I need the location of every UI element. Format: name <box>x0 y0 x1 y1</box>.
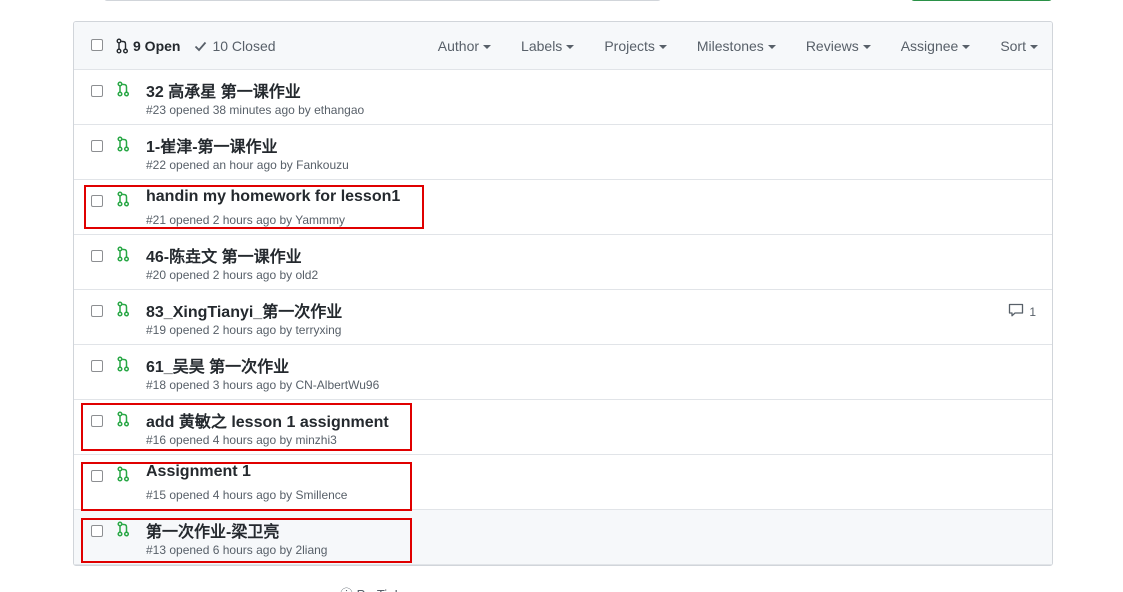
sort-filter-label: Sort <box>1000 38 1026 54</box>
row-checkbox[interactable] <box>91 140 103 152</box>
pull-request-row: handin my homework for lesson1 #21 opened… <box>74 180 1052 235</box>
pull-request-row: 1-崔津-第一课作业 #22 opened an hour ago by Fank… <box>74 125 1052 180</box>
pull-request-row: 32 高承星 第一课作业 #23 opened 38 minutes ago by… <box>74 70 1052 125</box>
milestones-filter[interactable]: Milestones <box>697 38 776 54</box>
milestones-filter-label: Milestones <box>696 38 764 54</box>
row-checkbox[interactable] <box>91 525 103 537</box>
labels-filter-label: Labels <box>521 38 563 54</box>
caret-down-icon <box>566 45 575 49</box>
pull-request-title-link[interactable]: handin my homework for lesson1 <box>146 188 400 206</box>
pull-request-icon <box>116 38 128 54</box>
reviews-filter[interactable]: Reviews <box>806 38 871 54</box>
caret-down-icon <box>962 45 971 49</box>
row-checkbox[interactable] <box>91 85 103 97</box>
open-pull-request-icon <box>117 411 130 432</box>
open-pull-request-icon <box>117 521 130 542</box>
pull-request-title-link[interactable]: 第一次作业-梁卫亮 <box>146 518 279 542</box>
filter-input-stub[interactable] <box>104 0 502 1</box>
protip-hint: ⓘ ProTip! ... <box>340 584 412 592</box>
open-filter[interactable]: 9 Open <box>116 38 180 54</box>
comment-count: 1 <box>1029 304 1036 319</box>
closed-count-label: 10 Closed <box>212 38 276 54</box>
pull-request-row: Assignment 1 #15 opened 4 hours ago by Sm… <box>74 455 1052 510</box>
pull-request-row: 第一次作业-梁卫亮 #13 opened 6 hours ago by 2lian… <box>74 510 1052 565</box>
row-checkbox[interactable] <box>91 305 103 317</box>
pull-request-meta: #18 opened 3 hours ago by CN-AlbertWu96 <box>146 378 380 392</box>
new-pull-request-button-stub[interactable] <box>911 0 1052 1</box>
pull-request-row: 46-陈垚文 第一课作业 #20 opened 2 hours ago by ol… <box>74 235 1052 290</box>
pull-request-rows: 32 高承星 第一课作业 #23 opened 38 minutes ago by… <box>74 70 1052 565</box>
open-pull-request-icon <box>117 246 130 267</box>
pull-request-title-link[interactable]: 1-崔津-第一课作业 <box>146 133 278 157</box>
pull-request-meta: #15 opened 4 hours ago by Smillence <box>146 488 348 502</box>
pull-request-meta: #21 opened 2 hours ago by Yammmy <box>146 213 346 227</box>
open-pull-request-icon <box>117 136 130 157</box>
open-pull-request-icon <box>117 301 130 322</box>
pull-request-meta: #19 opened 2 hours ago by terryxing <box>146 323 342 337</box>
open-count-label: 9 Open <box>133 38 181 54</box>
filter-menus: Author Labels Projects Milestones Review… <box>408 22 1038 70</box>
pull-request-meta: #20 opened 2 hours ago by old2 <box>146 268 319 282</box>
open-pull-request-icon <box>117 466 130 487</box>
labels-filter[interactable]: Labels <box>521 38 575 54</box>
pull-request-meta: #13 opened 6 hours ago by 2liang <box>146 543 328 557</box>
row-checkbox[interactable] <box>91 360 103 372</box>
pull-request-title-link[interactable]: add 黄敏之 lesson 1 assignment <box>146 408 389 432</box>
pull-request-row: add 黄敏之 lesson 1 assignment #16 opened 4 … <box>74 400 1052 455</box>
pull-request-meta: #22 opened an hour ago by Fankouzu <box>146 158 349 172</box>
author-filter-label: Author <box>437 38 480 54</box>
reviews-filter-label: Reviews <box>805 38 859 54</box>
assignee-filter[interactable]: Assignee <box>901 38 971 54</box>
pull-request-title-link[interactable]: 46-陈垚文 第一课作业 <box>146 243 302 267</box>
check-icon <box>195 41 207 52</box>
pull-request-title-link[interactable]: 83_XingTianyi_第一次作业 <box>146 298 342 322</box>
closed-filter[interactable]: 10 Closed <box>194 38 276 54</box>
comment-icon <box>1008 303 1024 320</box>
caret-down-icon <box>483 45 492 49</box>
open-pull-request-icon <box>117 81 130 102</box>
select-all-checkbox[interactable] <box>91 39 103 51</box>
caret-down-icon <box>1030 45 1038 49</box>
state-toggles: 9 Open 10 Closed <box>116 22 290 70</box>
row-checkbox[interactable] <box>91 250 103 262</box>
caret-down-icon <box>862 45 871 49</box>
pull-request-meta: #16 opened 4 hours ago by minzhi3 <box>146 433 337 447</box>
list-header: 9 Open 10 Closed Author Labels Projects … <box>74 22 1052 70</box>
pull-request-row: 83_XingTianyi_第一次作业 #19 opened 2 hours ag… <box>74 290 1052 345</box>
projects-filter[interactable]: Projects <box>604 38 667 54</box>
caret-down-icon <box>658 45 667 49</box>
author-filter[interactable]: Author <box>437 38 492 54</box>
pull-request-title-link[interactable]: 32 高承星 第一课作业 <box>146 78 301 102</box>
caret-down-icon <box>767 45 776 49</box>
open-pull-request-icon <box>117 191 130 212</box>
open-pull-request-icon <box>117 356 130 377</box>
row-checkbox[interactable] <box>91 470 103 482</box>
row-checkbox[interactable] <box>91 195 103 207</box>
assignee-filter-label: Assignee <box>900 38 959 54</box>
labels-milestones-stub[interactable] <box>484 0 661 1</box>
pull-request-title-link[interactable]: 61_吴昊 第一次作业 <box>146 353 289 377</box>
pull-request-row: 61_吴昊 第一次作业 #18 opened 3 hours ago by CN-… <box>74 345 1052 400</box>
comments-link[interactable]: 1 <box>1008 303 1036 320</box>
sort-filter[interactable]: Sort <box>1000 38 1038 54</box>
pull-request-meta: #23 opened 38 minutes ago by ethangao <box>146 103 365 117</box>
row-checkbox[interactable] <box>91 415 103 427</box>
pull-request-list: 9 Open 10 Closed Author Labels Projects … <box>73 21 1053 566</box>
pull-request-title-link[interactable]: Assignment 1 <box>146 463 251 481</box>
projects-filter-label: Projects <box>604 38 655 54</box>
